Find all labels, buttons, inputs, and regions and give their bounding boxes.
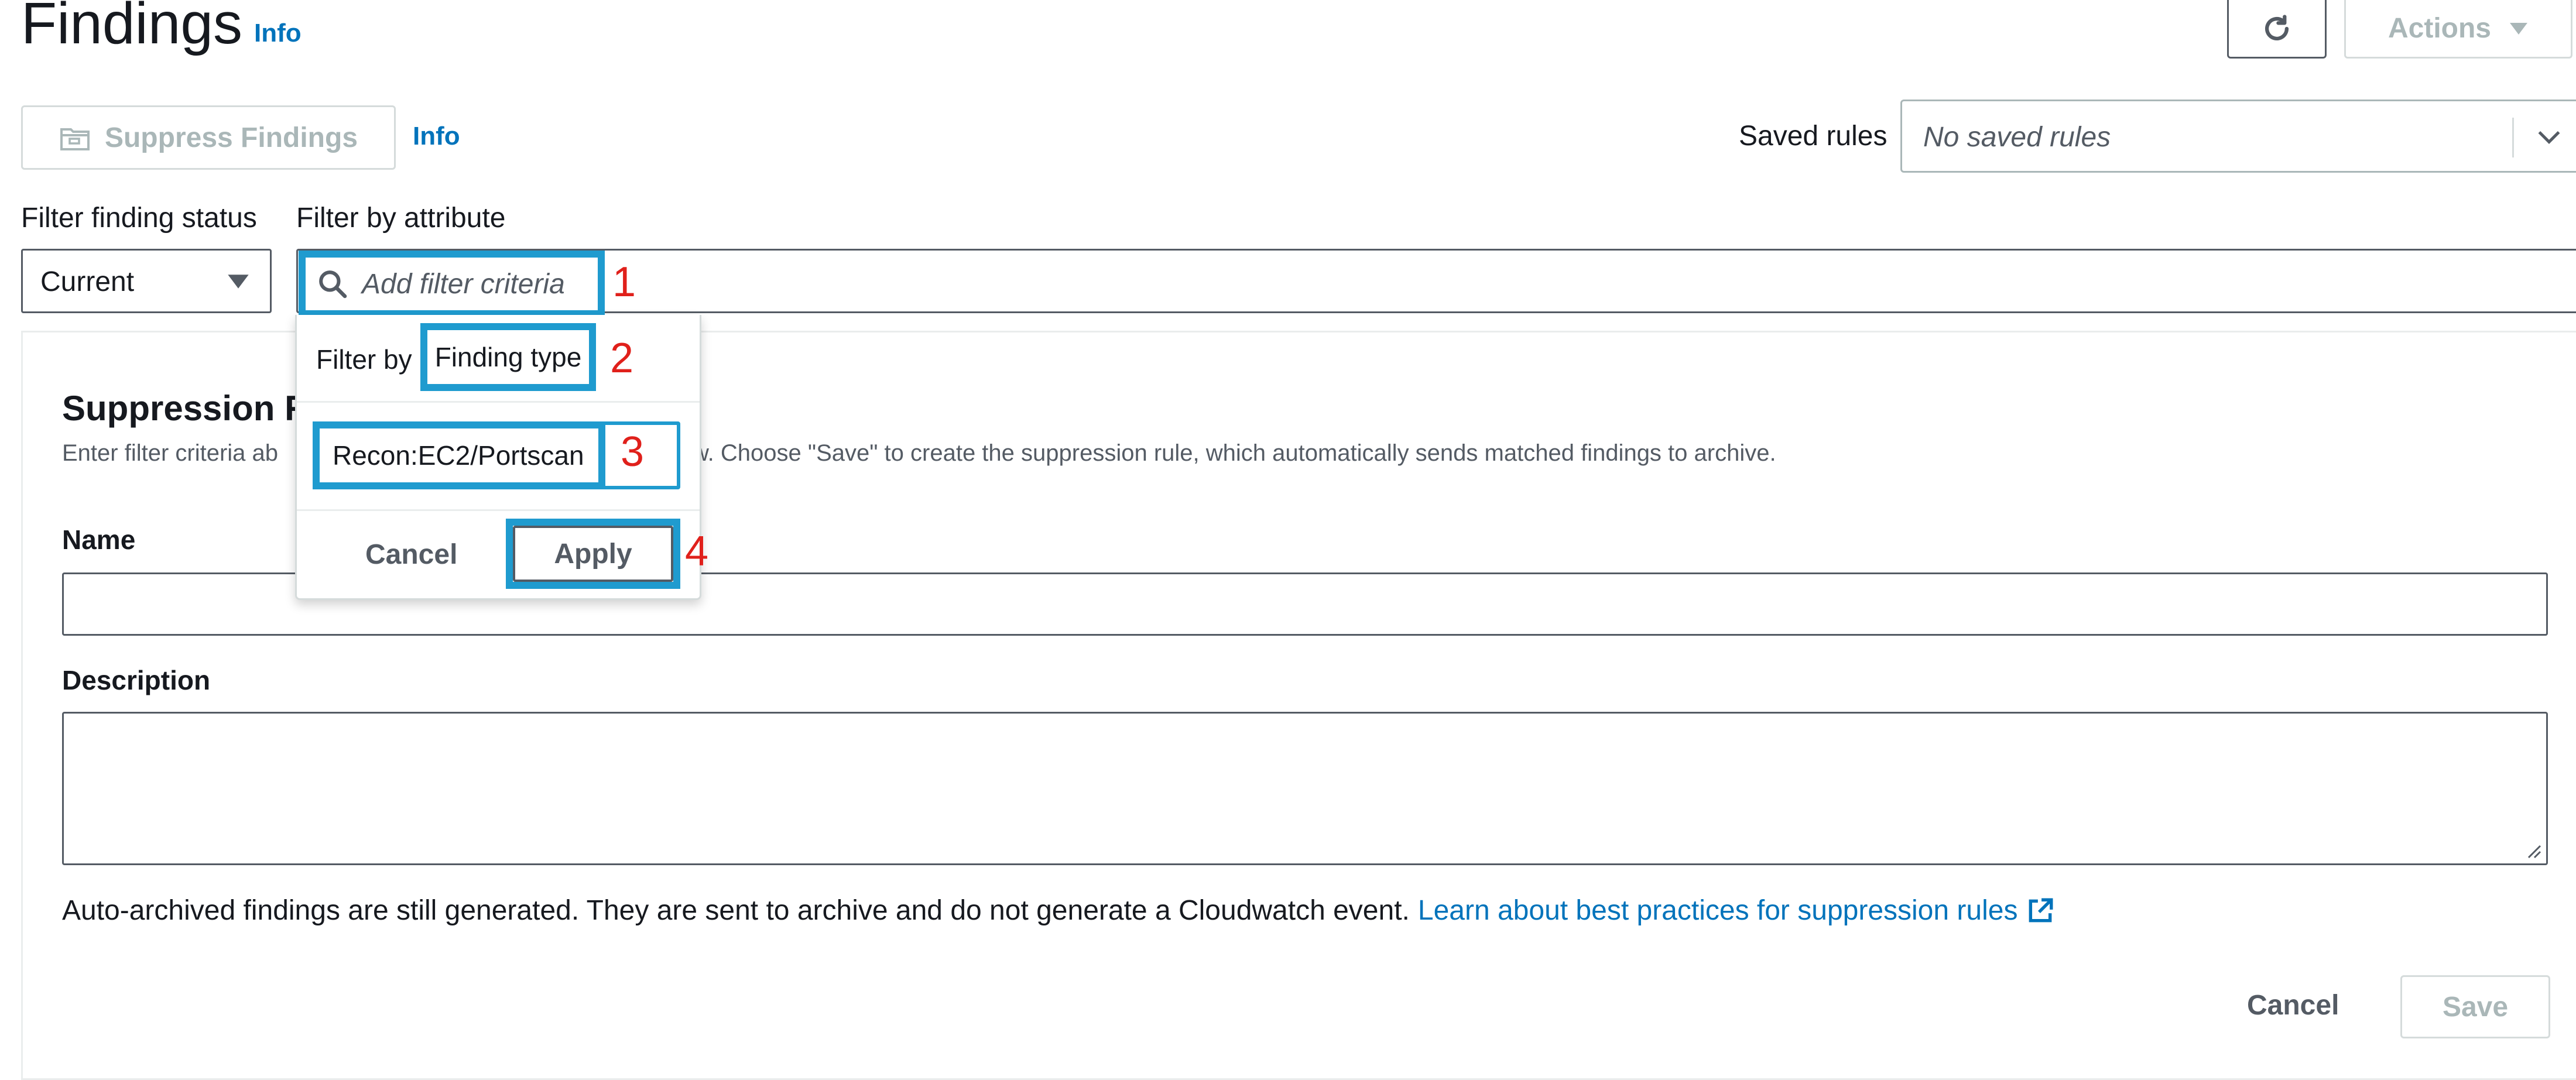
- description-label: Description: [62, 665, 211, 695]
- saved-rules-label: Saved rules: [1739, 121, 1888, 152]
- actions-label: Actions: [2387, 13, 2491, 44]
- filter-by-prefix: Filter by: [316, 344, 412, 375]
- refresh-button[interactable]: [2227, 0, 2327, 59]
- finding-status-select[interactable]: Current: [21, 249, 272, 313]
- annotation-number-2: 2: [610, 335, 634, 382]
- external-link-icon[interactable]: [2026, 896, 2055, 925]
- suppress-findings-label: Suppress Findings: [104, 122, 358, 153]
- apply-button-highlight[interactable]: Apply: [506, 519, 680, 589]
- select-divider: [2512, 118, 2514, 157]
- dropdown-cancel-button[interactable]: Cancel: [365, 539, 457, 571]
- filter-status-label: Filter finding status: [21, 203, 257, 234]
- add-filter-criteria-placeholder: Add filter criteria: [362, 268, 565, 300]
- resize-grip-icon[interactable]: [2524, 841, 2541, 859]
- filter-attribute-input[interactable]: [296, 249, 2576, 313]
- caret-down-icon: [2510, 22, 2527, 35]
- saved-rules-select[interactable]: No saved rules: [1900, 100, 2576, 173]
- best-practices-link[interactable]: Learn about best practices for suppressi…: [1418, 894, 2018, 927]
- save-button[interactable]: Save: [2400, 975, 2550, 1038]
- annotation-number-1: 1: [612, 259, 636, 306]
- add-filter-criteria-field[interactable]: Add filter criteria: [299, 251, 605, 317]
- name-label: Name: [62, 524, 136, 555]
- cancel-button[interactable]: Cancel: [2247, 989, 2339, 1021]
- suppress-findings-button[interactable]: Suppress Findings: [21, 105, 396, 170]
- page-title: Findings: [21, 0, 242, 56]
- chevron-down-icon: [2538, 131, 2560, 144]
- filter-value-highlight[interactable]: Recon:EC2/Portscan: [313, 421, 605, 489]
- refresh-icon: [2265, 14, 2289, 40]
- panel-title: Suppression R: [62, 389, 310, 428]
- apply-button[interactable]: Apply: [513, 526, 673, 582]
- annotation-number-3: 3: [621, 428, 645, 475]
- finding-status-value: Current: [40, 266, 135, 297]
- actions-button[interactable]: Actions: [2344, 0, 2572, 59]
- description-textarea[interactable]: [62, 712, 2548, 865]
- auto-archive-note: Auto-archived findings are still generat…: [62, 894, 2055, 927]
- annotation-number-4: 4: [685, 528, 709, 575]
- search-icon: [319, 270, 347, 299]
- filter-attribute-label: Filter by attribute: [296, 203, 506, 234]
- folder-archive-icon: [60, 128, 90, 150]
- caret-down-icon: [228, 275, 249, 289]
- dropdown-divider: [297, 401, 700, 403]
- info-link-suppress[interactable]: Info: [413, 122, 460, 151]
- finding-type-attribute[interactable]: Finding type: [420, 323, 596, 391]
- saved-rules-placeholder: No saved rules: [1923, 122, 2111, 153]
- note-text: Auto-archived findings are still generat…: [62, 895, 1410, 926]
- dropdown-divider: [297, 509, 700, 511]
- info-link-title[interactable]: Info: [254, 19, 302, 48]
